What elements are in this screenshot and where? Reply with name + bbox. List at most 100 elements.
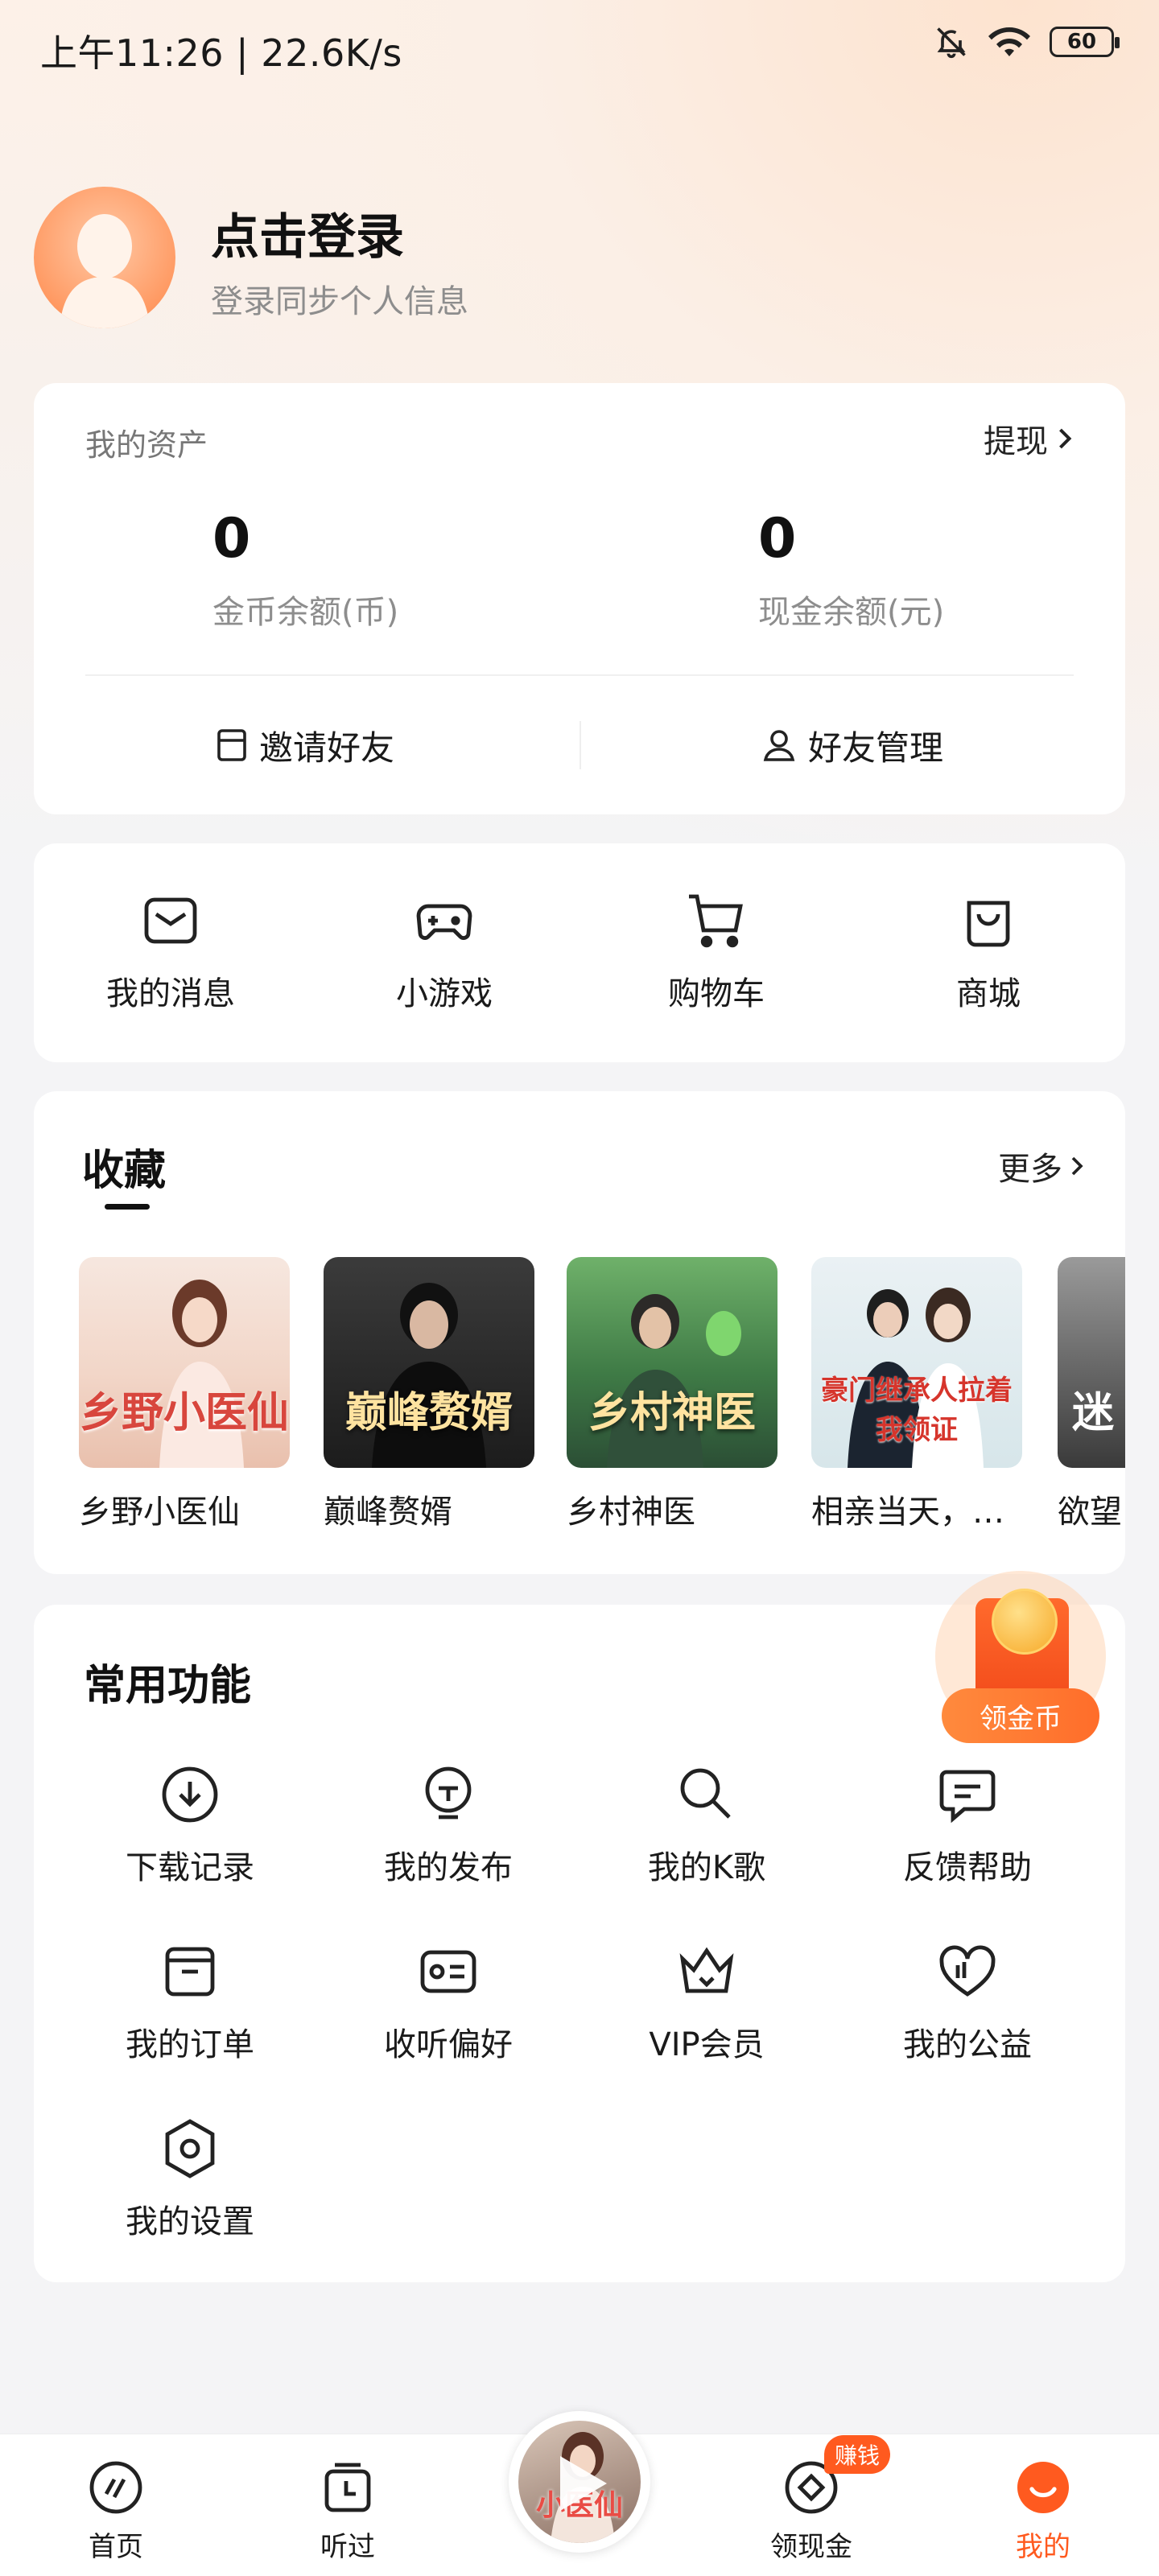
mail-icon — [144, 897, 197, 944]
claim-coins-float[interactable]: 领金币 — [935, 1571, 1106, 1748]
function-label: 我的发布 — [384, 1849, 513, 1886]
coin-balance-value: 0 — [212, 507, 251, 571]
profile-header[interactable]: 点击登录 登录同步个人信息 — [34, 187, 839, 332]
favorites-more-button[interactable]: 更多 — [998, 1143, 1085, 1189]
function-charity[interactable]: 我的公益 — [863, 1939, 1072, 2065]
charity-icon — [939, 1945, 996, 1997]
cover-title: 巅峰赘婿 — [344, 1388, 513, 1437]
crown-icon — [679, 1947, 734, 1993]
book-cover[interactable]: 迷 — [1058, 1257, 1125, 1468]
bag-icon — [967, 901, 1010, 947]
download-icon — [162, 1766, 218, 1823]
cash-balance-value: 0 — [758, 507, 797, 571]
function-my-orders[interactable]: 我的订单 — [85, 1939, 295, 2065]
battery-level: 60 — [1066, 30, 1097, 54]
cash-balance-label: 现金余额(元) — [758, 594, 945, 631]
play-icon — [560, 2456, 607, 2511]
coin-balance[interactable]: 0 金币余额(币) — [212, 512, 398, 633]
cover-title: 乡村神医 — [588, 1388, 756, 1437]
book-cover[interactable]: 豪门继承人拉着我领证 — [811, 1257, 1022, 1468]
home-icon — [89, 2461, 142, 2514]
function-settings[interactable]: 我的设置 — [85, 2116, 295, 2242]
invite-friends-button[interactable]: 邀请好友 — [216, 705, 394, 785]
login-title[interactable]: 点击登录 — [211, 198, 404, 268]
favorites-card: 收藏 更多 乡野小医仙 乡野小医仙 巅峰赘婿 巅峰赘婿 乡村神医 乡村神医 豪门… — [34, 1091, 1125, 1574]
battery-indicator: 60 — [1050, 27, 1120, 57]
quick-label: 小游戏 — [396, 975, 493, 1012]
now-playing-button[interactable]: 小医仙 — [509, 2411, 650, 2553]
chevron-right-icon — [1059, 428, 1072, 449]
cash-balance[interactable]: 0 现金余额(元) — [758, 512, 944, 633]
book-item[interactable]: 乡村神医 乡村神医 — [567, 1257, 777, 1532]
avatar[interactable] — [34, 187, 175, 328]
assets-divider — [85, 674, 1074, 676]
book-item[interactable]: 豪门继承人拉着我领证 相亲当天，… — [811, 1257, 1022, 1532]
order-icon — [165, 1947, 215, 1997]
user-silhouette-icon — [60, 214, 150, 328]
book-cover[interactable]: 巅峰赘婿 — [324, 1257, 534, 1468]
tab-label: 首页 — [89, 2531, 143, 2563]
cover-title: 豪门继承人拉着我领证 — [821, 1375, 1013, 1446]
wifi-icon — [988, 27, 1030, 56]
function-label: 我的订单 — [126, 2026, 254, 2063]
assets-title: 我的资产 — [85, 427, 208, 463]
now-playing-cover: 小医仙 — [518, 2421, 641, 2543]
quick-item-minigames[interactable]: 小游戏 — [364, 888, 525, 1014]
function-label: 我的K歌 — [647, 1849, 766, 1886]
function-label: 反馈帮助 — [903, 1849, 1032, 1886]
book-title: 巅峰赘婿 — [324, 1494, 452, 1531]
invite-icon — [217, 729, 246, 761]
assets-card: 我的资产 提现 0 金币余额(币) 0 现金余额(元) 邀请好友 好友管理 — [34, 383, 1125, 814]
cart-icon — [689, 894, 743, 948]
tab-home[interactable]: 首页 — [52, 2459, 180, 2564]
function-label: 收听偏好 — [384, 2026, 513, 2063]
book-item[interactable]: 乡野小医仙 乡野小医仙 — [79, 1257, 290, 1532]
quick-actions-card: 我的消息 小游戏 购物车 商城 — [34, 843, 1125, 1062]
mute-bell-icon — [937, 27, 966, 59]
claim-coins-button[interactable]: 领金币 — [942, 1688, 1099, 1743]
book-item[interactable]: 巅峰赘婿 巅峰赘婿 — [324, 1257, 534, 1532]
function-download-history[interactable]: 下载记录 — [85, 1762, 295, 1888]
gold-coin-icon — [992, 1589, 1058, 1655]
tab-history[interactable]: 听过 — [283, 2459, 412, 2564]
withdraw-button[interactable]: 提现 — [984, 415, 1074, 462]
friend-management-button[interactable]: 好友管理 — [761, 705, 943, 785]
friend-management-label: 好友管理 — [808, 727, 944, 768]
tab-claim-cash[interactable]: 领现金 — [747, 2459, 876, 2564]
book-title: 欲望 — [1058, 1494, 1122, 1531]
quick-item-mall[interactable]: 商城 — [908, 888, 1069, 1014]
function-feedback-help[interactable]: 反馈帮助 — [863, 1762, 1072, 1888]
status-bar: 上午11:26 | 22.6K/s 60 — [0, 0, 1159, 97]
more-label: 更多 — [998, 1151, 1062, 1188]
functions-title: 常用功能 — [84, 1662, 252, 1710]
function-vip[interactable]: VIP会员 — [602, 1939, 811, 2065]
book-cover[interactable]: 乡村神医 — [567, 1257, 777, 1468]
cover-title: 乡野小医仙 — [79, 1388, 289, 1437]
tab-label: 听过 — [320, 2531, 375, 2563]
earn-badge: 赚钱 — [824, 2435, 890, 2474]
tab-label: 领现金 — [770, 2531, 852, 2563]
tab-me[interactable]: 我的 — [979, 2459, 1107, 2564]
favorites-tab-indicator — [105, 1204, 150, 1210]
withdraw-label: 提现 — [984, 423, 1048, 460]
status-time: 上午11:26 | 22.6K/s — [40, 31, 402, 75]
person-icon — [763, 730, 795, 761]
login-subtitle: 登录同步个人信息 — [211, 283, 468, 320]
function-label: 我的公益 — [903, 2026, 1032, 2063]
function-my-posts[interactable]: 我的发布 — [344, 1762, 553, 1888]
earn-badge-label: 赚钱 — [834, 2442, 880, 2469]
function-listening-preferences[interactable]: 收听偏好 — [344, 1939, 553, 2065]
quick-item-cart[interactable]: 购物车 — [636, 888, 797, 1014]
settings-icon — [165, 2119, 215, 2178]
preference-icon — [420, 1950, 476, 1993]
status-icons: 60 — [934, 24, 1120, 60]
book-item[interactable]: 迷 欲望 — [1058, 1257, 1125, 1532]
quick-item-messages[interactable]: 我的消息 — [90, 888, 251, 1014]
function-my-karaoke[interactable]: 我的K歌 — [602, 1762, 811, 1888]
favorites-title[interactable]: 收藏 — [82, 1136, 166, 1197]
publish-icon — [425, 1766, 472, 1820]
book-title: 乡野小医仙 — [79, 1494, 240, 1531]
book-title: 相亲当天，… — [811, 1494, 1004, 1531]
feedback-icon — [939, 1770, 996, 1824]
book-cover[interactable]: 乡野小医仙 — [79, 1257, 290, 1468]
